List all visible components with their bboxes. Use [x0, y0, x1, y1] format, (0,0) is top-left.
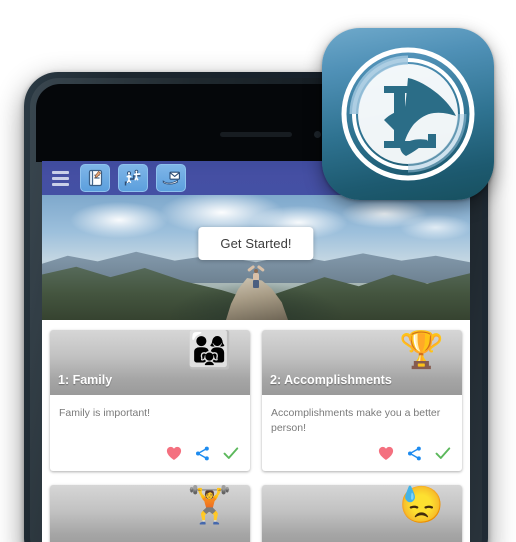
- topic-card[interactable]: 🏋️: [50, 485, 250, 542]
- card-actions: [262, 440, 462, 471]
- phone-screen: Get Started! 👨‍👩‍👧 1: Family Family is i…: [42, 161, 470, 542]
- card-body-text: Accomplishments make you a better person…: [271, 407, 441, 435]
- journal-icon: [87, 169, 104, 187]
- card-header: 🏋️: [50, 485, 250, 542]
- complete-check-icon[interactable]: [435, 446, 451, 461]
- share-icon[interactable]: [407, 446, 422, 461]
- card-header: 👨‍👩‍👧 1: Family: [50, 330, 250, 395]
- share-icon[interactable]: [195, 446, 210, 461]
- nav-mentor-button[interactable]: [118, 164, 148, 192]
- nav-journal-button[interactable]: [80, 164, 110, 192]
- hero-person-arms-raised: [247, 264, 265, 288]
- topic-card-grid: 👨‍👩‍👧 1: Family Family is important!: [42, 320, 470, 542]
- monogram-l-mountain-mark: [341, 47, 475, 181]
- family-emoji: 👨‍👩‍👧: [187, 330, 232, 370]
- card-body-text: Family is important!: [59, 407, 151, 419]
- card-actions: [50, 440, 250, 471]
- mail-envelope-icon: [162, 170, 181, 186]
- favorite-heart-icon[interactable]: [378, 446, 394, 461]
- front-camera: [314, 131, 321, 138]
- screenshot-stage: Get Started! 👨‍👩‍👧 1: Family Family is i…: [0, 0, 516, 542]
- get-started-button[interactable]: Get Started!: [198, 227, 314, 260]
- mentor-steps-icon: [124, 169, 142, 187]
- nav-messages-button[interactable]: [156, 164, 186, 192]
- earpiece-speaker: [220, 132, 292, 137]
- topic-card[interactable]: 👨‍👩‍👧 1: Family Family is important!: [50, 330, 250, 472]
- hamburger-menu-icon[interactable]: [50, 167, 72, 189]
- card-title: 2: Accomplishments: [270, 373, 392, 388]
- favorite-heart-icon[interactable]: [166, 446, 182, 461]
- topic-card[interactable]: 🏆 2: Accomplishments Accomplishments mak…: [262, 330, 462, 472]
- app-store-icon: [322, 28, 494, 200]
- card-header: 🏆 2: Accomplishments: [262, 330, 462, 395]
- card-title: 1: Family: [58, 373, 113, 388]
- weightlifter-emoji: 🏋️: [187, 485, 232, 526]
- topic-card[interactable]: 😓: [262, 485, 462, 542]
- card-header: 😓: [262, 485, 462, 542]
- stressed-face-emoji: 😓: [399, 485, 444, 526]
- hero-banner: Get Started!: [42, 195, 470, 320]
- trophy-emoji: 🏆: [399, 330, 444, 370]
- complete-check-icon[interactable]: [223, 446, 239, 461]
